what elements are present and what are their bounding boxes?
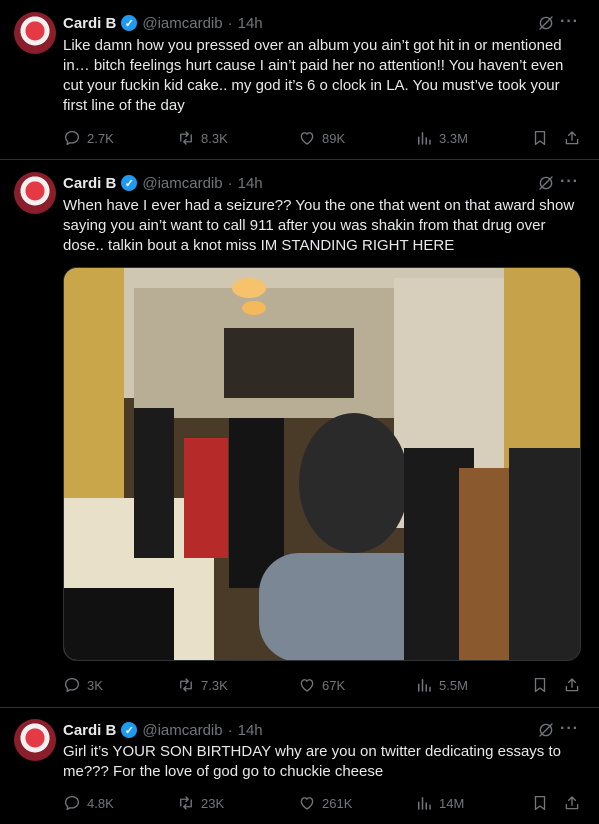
repost-icon [177, 794, 195, 812]
author-name[interactable]: Cardi B [63, 175, 116, 192]
views-button[interactable]: 3.3M [415, 128, 468, 148]
timestamp[interactable]: 14h [238, 15, 263, 32]
bookmark-button[interactable] [531, 793, 549, 813]
like-icon [298, 794, 316, 812]
separator-dot: · [227, 721, 233, 739]
views-button[interactable]: 5.5M [415, 675, 468, 695]
reply-count: 2.7K [87, 130, 114, 146]
grok-icon[interactable] [537, 721, 555, 739]
tweet-header: Cardi B ✓ @iamcardib · 14h [63, 173, 263, 193]
share-button[interactable] [563, 128, 581, 148]
share-icon [563, 794, 581, 812]
tweet-text: When have I ever had a seizure?? You the… [63, 197, 575, 254]
bookmark-icon [531, 676, 549, 694]
repost-icon [177, 129, 195, 147]
action-bar: 3K 7.3K 67K 5.5M [63, 675, 583, 695]
grok-icon[interactable] [537, 14, 555, 32]
tweet-1[interactable]: Cardi B ✓ @iamcardib · 14h ··· Like damn… [0, 0, 599, 160]
author-name[interactable]: Cardi B [63, 722, 116, 739]
reply-icon [63, 676, 81, 694]
verified-badge-icon: ✓ [121, 15, 138, 31]
reply-button[interactable]: 4.8K [63, 793, 114, 813]
share-icon [563, 129, 581, 147]
verified-badge-icon: ✓ [121, 175, 138, 191]
like-button[interactable]: 89K [298, 128, 345, 148]
share-button[interactable] [563, 675, 581, 695]
tweet-2[interactable]: Cardi B ✓ @iamcardib · 14h ··· When have… [0, 160, 599, 708]
avatar[interactable] [14, 12, 56, 54]
author-handle[interactable]: @iamcardib [142, 722, 222, 739]
views-icon [415, 129, 433, 147]
more-icon[interactable]: ··· [560, 720, 579, 738]
tweet-header: Cardi B ✓ @iamcardib · 14h [63, 13, 263, 33]
repost-button[interactable]: 7.3K [177, 675, 228, 695]
views-count: 14M [439, 795, 465, 811]
repost-count: 7.3K [201, 677, 228, 693]
like-button[interactable]: 67K [298, 675, 345, 695]
avatar[interactable] [14, 719, 56, 761]
reply-count: 4.8K [87, 795, 114, 811]
tweet-text: Girl it’s YOUR SON BIRTHDAY why are you … [63, 743, 561, 780]
reply-button[interactable]: 3K [63, 675, 103, 695]
bookmark-button[interactable] [531, 128, 549, 148]
more-icon[interactable]: ··· [560, 13, 579, 31]
author-name[interactable]: Cardi B [63, 15, 116, 32]
author-handle[interactable]: @iamcardib [142, 15, 222, 32]
avatar[interactable] [14, 172, 56, 214]
views-count: 5.5M [439, 677, 468, 693]
grok-icon[interactable] [537, 174, 555, 192]
share-button[interactable] [563, 793, 581, 813]
bookmark-button[interactable] [531, 675, 549, 695]
more-icon[interactable]: ··· [560, 173, 579, 191]
repost-count: 8.3K [201, 130, 228, 146]
views-count: 3.3M [439, 130, 468, 146]
repost-count: 23K [201, 795, 225, 811]
like-count: 89K [322, 130, 346, 146]
verified-badge-icon: ✓ [121, 722, 138, 738]
photo-hallway-crowd [64, 268, 580, 660]
like-icon [298, 129, 316, 147]
action-bar: 2.7K 8.3K 89K 3.3M [63, 128, 583, 148]
separator-dot: · [227, 14, 233, 32]
like-icon [298, 676, 316, 694]
timestamp[interactable]: 14h [238, 722, 263, 739]
views-icon [415, 794, 433, 812]
tweet-text: Like damn how you pressed over an album … [63, 37, 564, 114]
like-count: 67K [322, 677, 346, 693]
tweet-header: Cardi B ✓ @iamcardib · 14h [63, 720, 263, 740]
bookmark-icon [531, 794, 549, 812]
reply-icon [63, 794, 81, 812]
reply-icon [63, 129, 81, 147]
like-button[interactable]: 261K [298, 793, 352, 813]
views-button[interactable]: 14M [415, 793, 464, 813]
repost-button[interactable]: 8.3K [177, 128, 228, 148]
tweet-3[interactable]: Cardi B ✓ @iamcardib · 14h ··· Girl it’s… [0, 708, 599, 824]
like-count: 261K [322, 795, 353, 811]
separator-dot: · [227, 174, 233, 192]
reply-button[interactable]: 2.7K [63, 128, 114, 148]
reply-count: 3K [87, 677, 103, 693]
timestamp[interactable]: 14h [238, 175, 263, 192]
repost-button[interactable]: 23K [177, 793, 224, 813]
tweet-photo[interactable] [63, 267, 581, 661]
share-icon [563, 676, 581, 694]
bookmark-icon [531, 129, 549, 147]
author-handle[interactable]: @iamcardib [142, 175, 222, 192]
views-icon [415, 676, 433, 694]
repost-icon [177, 676, 195, 694]
action-bar: 4.8K 23K 261K 14M [63, 793, 583, 813]
